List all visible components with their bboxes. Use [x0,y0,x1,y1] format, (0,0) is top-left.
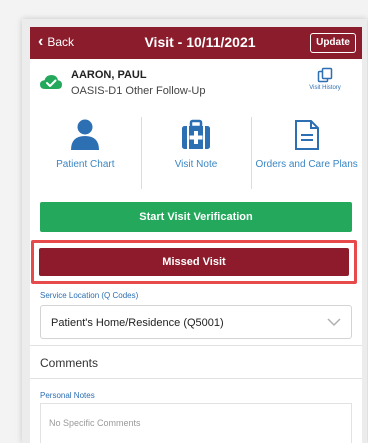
missed-visit-button[interactable]: Missed Visit [39,248,349,276]
app-screen: ‹ Back Visit - 10/11/2021 Update AARON, … [30,27,362,443]
chevron-left-icon: ‹ [38,33,44,50]
device-frame: ‹ Back Visit - 10/11/2021 Update AARON, … [22,19,367,443]
orders-care-plans-tile[interactable]: Orders and Care Plans [251,109,362,197]
highlight-box: Missed Visit [31,240,357,284]
header-bar: ‹ Back Visit - 10/11/2021 Update [30,27,362,59]
start-visit-verification-button[interactable]: Start Visit Verification [40,202,352,232]
chevron-down-icon [327,318,341,327]
update-button[interactable]: Update [310,33,356,53]
patient-header: AARON, PAUL OASIS-D1 Other Follow-Up Vis… [30,59,362,109]
orders-care-plans-label: Orders and Care Plans [255,159,358,170]
patient-name: AARON, PAUL [71,69,147,81]
visit-note-label: Visit Note [174,159,218,170]
action-tiles: Patient Chart Visit Note Orders and Care… [30,109,362,197]
personal-notes-placeholder: No Specific Comments [49,418,141,428]
visit-type: OASIS-D1 Other Follow-Up [71,85,206,97]
personal-notes-label: Personal Notes [40,391,95,400]
medical-kit-icon [182,119,210,149]
visit-history-label: Visit History [309,85,341,91]
service-location-label: Service Location (Q Codes) [40,291,139,300]
personal-notes-field[interactable]: No Specific Comments [40,403,352,443]
visit-history-button[interactable]: Visit History [296,67,354,91]
patient-chart-tile[interactable]: Patient Chart [30,109,141,197]
service-location-value: Patient's Home/Residence (Q5001) [51,317,224,329]
copy-history-icon [317,67,333,83]
comments-section: Comments [30,345,362,379]
service-location-select[interactable]: Patient's Home/Residence (Q5001) [40,305,352,339]
comments-title: Comments [40,356,99,370]
page-title: Visit - 10/11/2021 [144,34,256,50]
document-icon [294,120,319,150]
visit-note-tile[interactable]: Visit Note [140,109,252,197]
back-label: Back [47,35,75,49]
patient-chart-label: Patient Chart [56,159,115,170]
back-button[interactable]: ‹ Back [38,33,75,50]
cloud-sync-icon [40,75,62,89]
person-icon [71,119,100,150]
